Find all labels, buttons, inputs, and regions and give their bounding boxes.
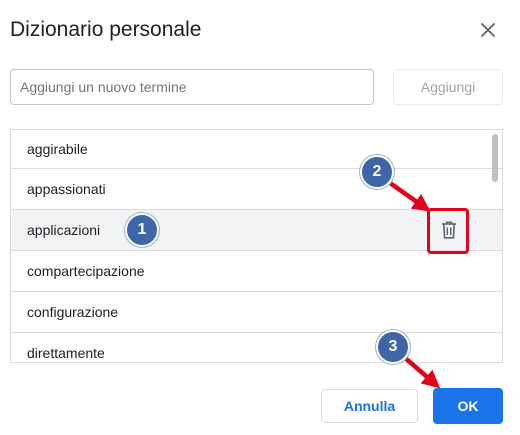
personal-dictionary-dialog: Dizionario personale Aggiungi aggirabile…	[0, 0, 520, 435]
list-item-hovered[interactable]: applicazioni	[11, 210, 502, 251]
step-badge-1: 1	[125, 213, 159, 247]
word-label: aggirabile	[27, 141, 88, 157]
new-term-input[interactable]	[10, 69, 374, 105]
trash-icon	[442, 221, 456, 239]
close-button[interactable]	[474, 16, 502, 44]
ok-button[interactable]: OK	[433, 388, 503, 424]
list-scrollbar[interactable]	[492, 134, 498, 182]
word-label: compartecipazione	[27, 263, 145, 279]
step-badge-3: 3	[376, 330, 410, 364]
list-item[interactable]: appassionati	[11, 169, 502, 210]
word-label: configurazione	[27, 304, 119, 320]
word-label: applicazioni	[27, 222, 101, 238]
close-icon	[481, 23, 495, 37]
cancel-button[interactable]: Annulla	[321, 389, 418, 423]
step-badge-2: 2	[360, 155, 394, 189]
list-item[interactable]: direttamente	[11, 333, 502, 362]
word-list[interactable]: aggirabile appassionati applicazioni com…	[10, 129, 503, 363]
word-label: appassionati	[27, 181, 106, 197]
add-button[interactable]: Aggiungi	[393, 69, 503, 105]
list-item[interactable]: aggirabile	[11, 130, 502, 169]
dialog-title: Dizionario personale	[10, 18, 202, 41]
delete-button[interactable]	[428, 209, 470, 251]
list-item[interactable]: compartecipazione	[11, 251, 502, 292]
word-label: direttamente	[27, 345, 105, 361]
list-item[interactable]: configurazione	[11, 292, 502, 333]
